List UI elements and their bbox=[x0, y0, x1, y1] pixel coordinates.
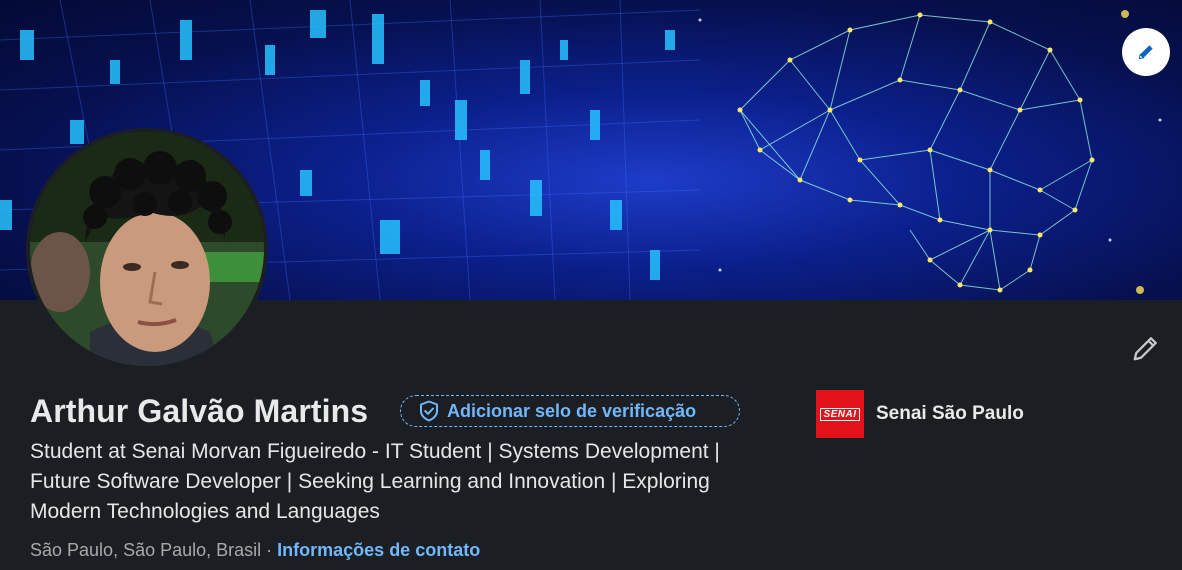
avatar bbox=[30, 132, 264, 366]
contact-info-link[interactable]: Informações de contato bbox=[277, 540, 480, 560]
org-logo: SENAI bbox=[816, 390, 864, 438]
location-line: São Paulo, São Paulo, Brasil · Informações… bbox=[30, 540, 480, 561]
pencil-icon bbox=[1133, 337, 1157, 361]
org-name: Senai São Paulo bbox=[876, 403, 1024, 424]
edit-profile-button[interactable] bbox=[1128, 330, 1164, 366]
pencil-icon bbox=[1138, 45, 1153, 60]
profile-photo[interactable] bbox=[26, 128, 268, 370]
location-separator: · bbox=[266, 540, 273, 560]
shield-check-icon bbox=[419, 400, 439, 422]
profile-name: Arthur Galvão Martins bbox=[30, 393, 369, 429]
add-verification-button[interactable]: Adicionar selo de verificação bbox=[400, 395, 740, 427]
add-verification-label: Adicionar selo de verificação bbox=[447, 400, 697, 421]
current-organization[interactable]: SENAI Senai São Paulo bbox=[816, 390, 1024, 438]
edit-banner-button[interactable] bbox=[1122, 28, 1170, 76]
org-logo-text: SENAI bbox=[820, 407, 860, 421]
location-text: São Paulo, São Paulo, Brasil bbox=[30, 540, 262, 560]
profile-headline: Student at Senai Morvan Figueiredo - IT … bbox=[30, 440, 720, 523]
